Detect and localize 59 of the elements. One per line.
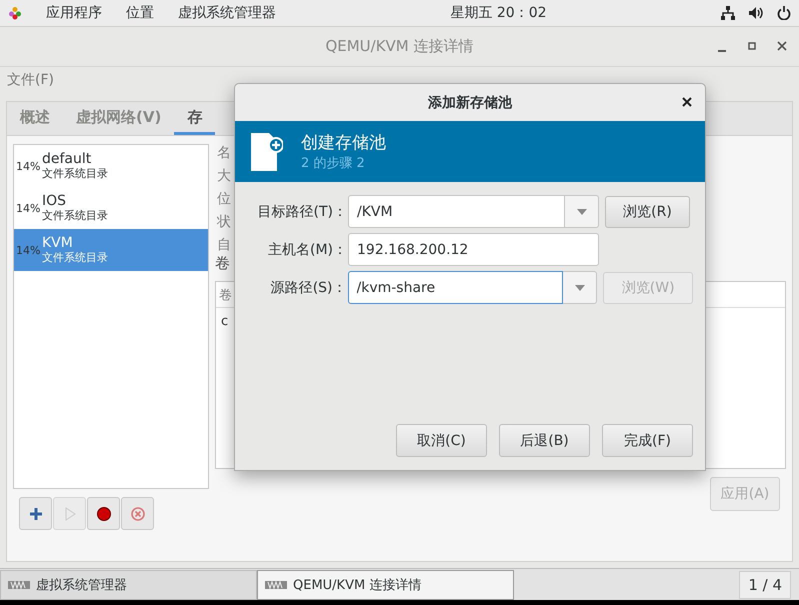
pool-type: 文件系统目录 <box>42 251 108 265</box>
caret-icon <box>576 208 586 214</box>
table-cell: c <box>221 314 228 329</box>
app-icon <box>265 580 287 590</box>
task-button[interactable]: QEMU/KVM 连接详情 <box>257 570 514 600</box>
text-field[interactable]: 192.168.200.12 <box>348 233 599 266</box>
stop-icon <box>96 506 110 520</box>
app-icon <box>8 580 30 590</box>
dialog-button[interactable]: 取消(C) <box>396 424 487 457</box>
plus-icon <box>28 506 42 520</box>
task-button[interactable]: 虚拟系统管理器 <box>0 570 257 600</box>
field-label: 目标路径(T)： <box>256 202 348 220</box>
close-icon[interactable] <box>681 96 693 108</box>
browse-button[interactable]: 浏览(R) <box>605 196 690 228</box>
volume-icon[interactable] <box>749 6 763 20</box>
pool-name: KVM <box>42 235 74 251</box>
combo-field[interactable]: /KVM <box>348 195 565 228</box>
dialog-button[interactable]: 完成(F) <box>602 424 693 457</box>
pool-name: default <box>42 151 92 167</box>
top-menu[interactable]: 应用程序 <box>46 4 102 22</box>
combo-field[interactable]: /kvm-share <box>348 271 564 304</box>
field-label: 位 <box>217 190 231 208</box>
workspace-pager[interactable]: 1 / 4 <box>739 570 791 598</box>
caret-icon <box>574 284 585 290</box>
flower-icon[interactable] <box>8 6 22 20</box>
power-icon[interactable] <box>777 6 791 20</box>
section-label: 卷 <box>215 254 230 272</box>
tab[interactable]: 存 <box>174 102 216 135</box>
window-title: QEMU/KVM 连接详情 <box>325 37 474 56</box>
field-label: 名 <box>217 144 231 162</box>
dialog-title: 添加新存储池 <box>428 94 512 112</box>
top-menu[interactable]: 虚拟系统管理器 <box>178 4 276 22</box>
usage-text: 14% <box>16 160 42 172</box>
pool-type: 文件系统目录 <box>42 209 108 223</box>
header-title: 创建存储池 <box>301 132 386 154</box>
dialog-button[interactable]: 后退(B) <box>499 424 590 457</box>
menu-item[interactable]: 文件(F) <box>7 71 54 89</box>
field-label: 源路径(S)： <box>270 278 348 296</box>
top-menu[interactable]: 位置 <box>126 4 154 22</box>
pool-type: 文件系统目录 <box>42 167 108 181</box>
dropdown-button[interactable] <box>565 195 599 228</box>
tool-button[interactable] <box>19 497 52 530</box>
delete-icon <box>130 506 144 520</box>
usage-text: 14% <box>16 202 42 214</box>
dropdown-button[interactable] <box>563 271 598 304</box>
field-label: 大 <box>217 167 231 185</box>
network-icon[interactable] <box>721 6 735 20</box>
field-label: 主机名(M)： <box>266 240 348 258</box>
field-label: 状 <box>217 213 231 231</box>
field-label: 自 <box>217 236 231 254</box>
step-text: 2 的步骤 2 <box>301 155 366 172</box>
close-icon[interactable] <box>775 39 789 53</box>
play-icon <box>62 506 76 520</box>
clock[interactable]: 星期五 20：02 <box>450 4 547 22</box>
usage-text: 14% <box>16 244 42 256</box>
document-add-icon <box>249 130 283 172</box>
tool-button[interactable] <box>87 497 120 530</box>
column-header: 卷 <box>219 286 232 304</box>
pool-name: IOS <box>42 193 68 209</box>
